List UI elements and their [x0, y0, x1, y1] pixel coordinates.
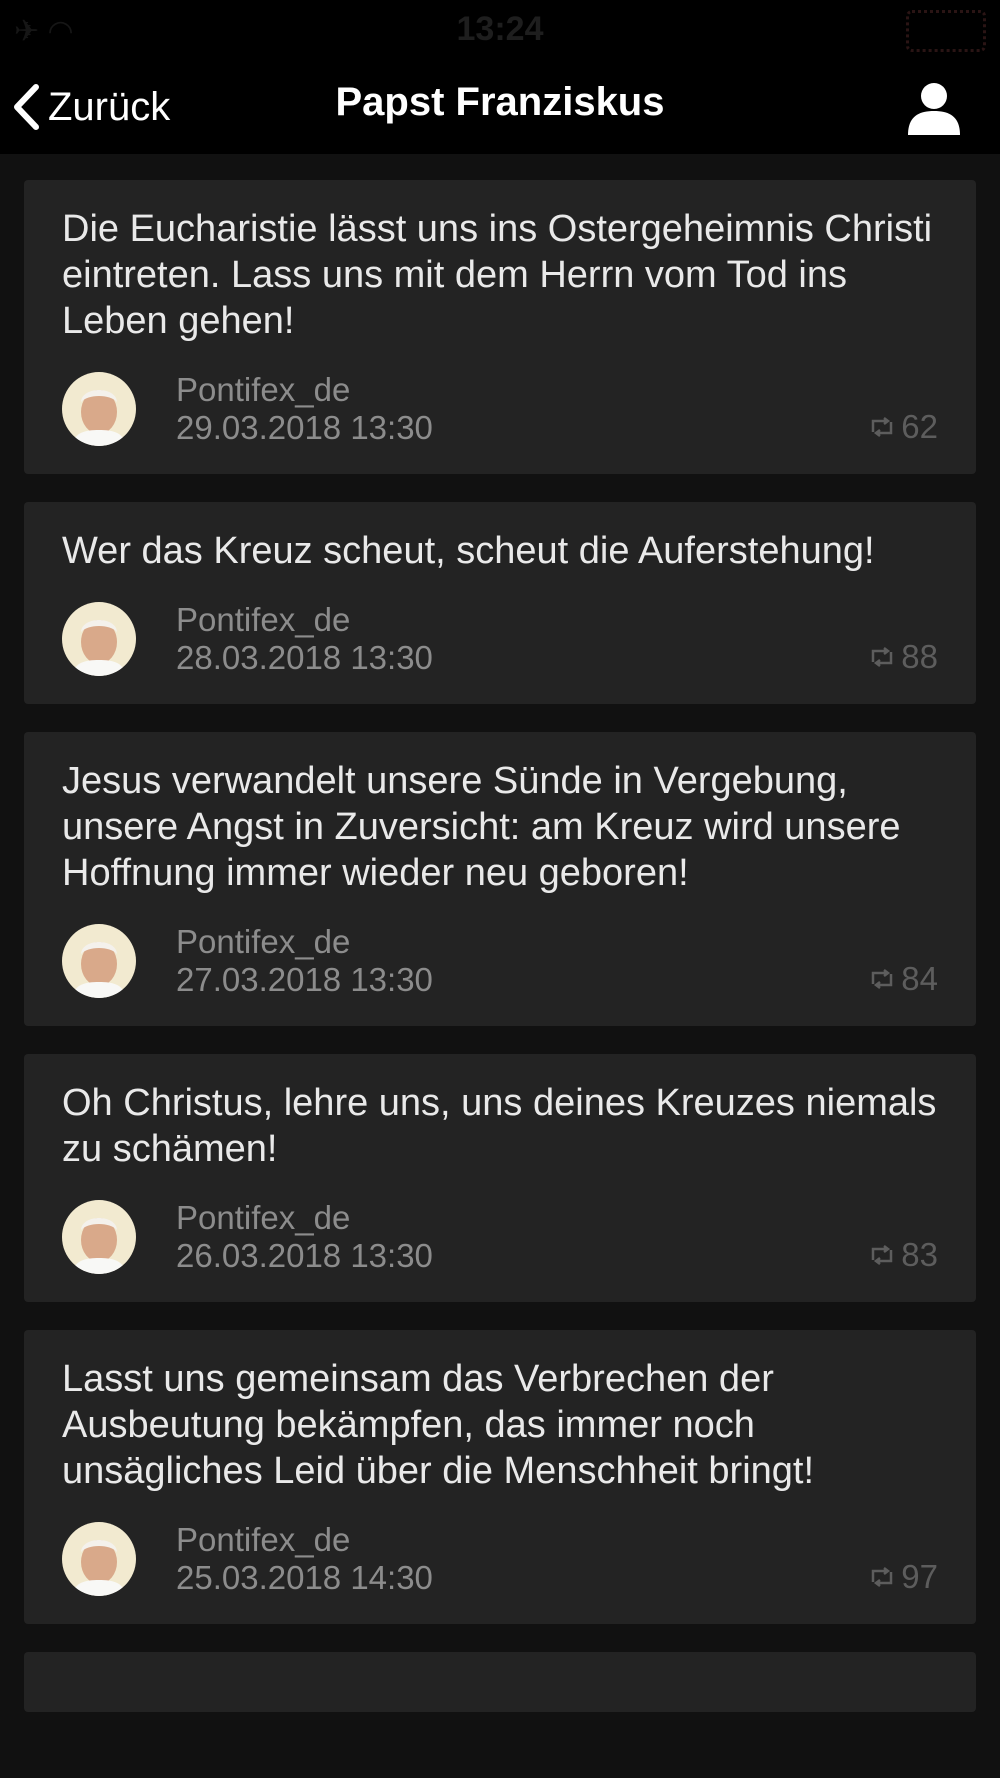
- tweet-timestamp: 27.03.2018 13:30: [176, 961, 433, 998]
- retweet-count: 84: [869, 960, 938, 998]
- tweet-info: Pontifex_de 28.03.2018 13:30: [176, 601, 433, 677]
- retweet-value: 62: [901, 408, 938, 445]
- tweet-meta: Pontifex_de 28.03.2018 13:30 88: [62, 600, 938, 678]
- status-time: 13:24: [456, 10, 544, 48]
- tweet-timestamp: 28.03.2018 13:30: [176, 639, 433, 676]
- tweet-card[interactable]: Wer das Kreuz scheut, scheut die Auferst…: [24, 502, 976, 704]
- tweet-handle[interactable]: Pontifex_de: [176, 601, 433, 639]
- tweet-timestamp: 29.03.2018 13:30: [176, 409, 433, 446]
- tweet-text: Wer das Kreuz scheut, scheut die Auferst…: [62, 530, 875, 572]
- tweet-meta: Pontifex_de 29.03.2018 13:30 62: [62, 370, 938, 448]
- battery-icon: [906, 10, 986, 52]
- retweet-count: 97: [869, 1558, 938, 1596]
- avatar: [62, 372, 136, 446]
- tweet-info: Pontifex_de 25.03.2018 14:30: [176, 1521, 433, 1597]
- tweet-card[interactable]: Oh Christus, lehre uns, uns deines Kreuz…: [24, 1054, 976, 1302]
- retweet-count: 62: [869, 408, 938, 446]
- tweet-handle[interactable]: Pontifex_de: [176, 1521, 433, 1559]
- tweet-text: Lasst uns gemeinsam das Verbrechen der A…: [62, 1358, 815, 1492]
- tweet-card[interactable]: Jesus verwandelt unsere Sünde in Vergebu…: [24, 732, 976, 1026]
- tweet-card[interactable]: Lasst uns gemeinsam das Verbrechen der A…: [24, 1330, 976, 1624]
- tweet-info: Pontifex_de 26.03.2018 13:30: [176, 1199, 433, 1275]
- retweet-icon: [872, 1245, 893, 1265]
- retweet-value: 97: [901, 1558, 938, 1595]
- page-title: Papst Franziskus: [335, 80, 665, 124]
- tweet-handle[interactable]: Pontifex_de: [176, 923, 433, 961]
- retweet-value: 88: [901, 638, 938, 675]
- avatar: [62, 1522, 136, 1596]
- retweet-value: 83: [901, 1236, 938, 1273]
- retweet-count: 83: [869, 1236, 938, 1274]
- tweet-card[interactable]: Die Eucharistie lässt uns ins Ostergehei…: [24, 180, 976, 474]
- tweet-handle[interactable]: Pontifex_de: [176, 1199, 433, 1237]
- tweet-text: Jesus verwandelt unsere Sünde in Vergebu…: [62, 760, 901, 894]
- tweet-meta: Pontifex_de 25.03.2018 14:30 97: [62, 1520, 938, 1598]
- retweet-count: 88: [869, 638, 938, 676]
- profile-button[interactable]: [898, 72, 970, 144]
- tweet-meta: Pontifex_de 27.03.2018 13:30 84: [62, 922, 938, 1000]
- user-icon: [908, 83, 960, 135]
- tweet-timestamp: 26.03.2018 13:30: [176, 1237, 433, 1274]
- tweet-meta: Pontifex_de 26.03.2018 13:30 83: [62, 1198, 938, 1276]
- tweet-info: Pontifex_de 27.03.2018 13:30: [176, 923, 433, 999]
- tweet-feed: Die Eucharistie lässt uns ins Ostergehei…: [24, 180, 976, 1712]
- tweet-text: Die Eucharistie lässt uns ins Ostergehei…: [62, 208, 933, 342]
- tweet-timestamp: 25.03.2018 14:30: [176, 1559, 433, 1596]
- avatar: [62, 602, 136, 676]
- tweet-handle[interactable]: Pontifex_de: [176, 371, 433, 409]
- avatar: [62, 1200, 136, 1274]
- retweet-value: 84: [901, 960, 938, 997]
- retweet-icon: [872, 1567, 893, 1587]
- retweet-icon: [872, 969, 893, 989]
- retweet-icon: [872, 647, 893, 667]
- status-bar: ✈ ◠ 13:24: [0, 0, 1000, 62]
- tweet-info: Pontifex_de 29.03.2018 13:30: [176, 371, 433, 447]
- tweet-card-partial[interactable]: [24, 1652, 976, 1712]
- nav-bar: Zurück Papst Franziskus: [0, 62, 1000, 154]
- avatar: [62, 924, 136, 998]
- tweet-text: Oh Christus, lehre uns, uns deines Kreuz…: [62, 1082, 937, 1170]
- retweet-icon: [872, 417, 893, 437]
